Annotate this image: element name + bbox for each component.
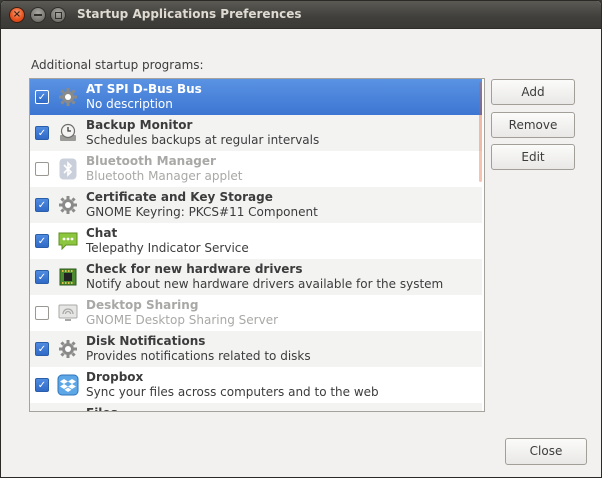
program-name: Files (86, 406, 118, 411)
chat-icon (57, 230, 79, 252)
checkmark-icon: ✓ (37, 127, 47, 139)
window-title: Startup Applications Preferences (77, 7, 302, 21)
enable-checkbox[interactable]: ✓ (35, 342, 49, 356)
program-name: AT SPI D-Bus Bus (86, 82, 202, 96)
hardware-chip-icon (57, 266, 79, 288)
list-item[interactable]: ✓ AT SPI D-Bus Bus No description (30, 79, 482, 115)
gear-icon (57, 338, 79, 360)
startup-preferences-window: × Startup Applications Preferences Addit… (0, 0, 602, 478)
enable-checkbox[interactable]: ✓ (35, 234, 49, 248)
enable-checkbox[interactable]: ✓ (35, 126, 49, 140)
list-item[interactable]: ✓ Check for new hardware drivers Notify ab… (30, 259, 482, 295)
program-description: Bluetooth Manager applet (86, 169, 243, 183)
list-item[interactable]: ✓Files (30, 403, 482, 411)
enable-checkbox[interactable]: ✓ (35, 270, 49, 284)
program-name: Chat (86, 226, 118, 240)
program-name: Backup Monitor (86, 118, 193, 132)
checkmark-icon: ✓ (37, 343, 47, 355)
program-description: Notify about new hardware drivers availa… (86, 277, 444, 291)
checkmark-icon: ✓ (37, 199, 47, 211)
program-description: Sync your files across computers and to … (86, 385, 379, 399)
checkmark-icon: ✓ (37, 271, 47, 283)
program-name: Certificate and Key Storage (86, 190, 273, 204)
enable-checkbox[interactable]: ✓ (35, 90, 49, 104)
program-description: Provides notifications related to disks (86, 349, 311, 363)
list-item[interactable]: Bluetooth Manager Bluetooth Manager apple… (30, 151, 482, 187)
list-item[interactable]: Desktop Sharing GNOME Desktop Sharing Ser… (30, 295, 482, 331)
add-button[interactable]: Add (491, 79, 575, 105)
program-description: Schedules backups at regular intervals (86, 133, 320, 147)
gear-icon (57, 86, 79, 108)
startup-programs-list[interactable]: ✓Files✓DropboxSync your files across com… (29, 78, 485, 412)
program-name: Dropbox (86, 370, 144, 384)
window-minimize-button[interactable] (30, 7, 46, 23)
close-button[interactable]: Close (505, 438, 587, 465)
list-scrollbar[interactable] (479, 82, 482, 182)
edit-button[interactable]: Edit (491, 144, 575, 170)
checkmark-icon: ✓ (37, 379, 47, 391)
program-description: GNOME Desktop Sharing Server (86, 313, 279, 327)
bluetooth-icon (57, 158, 79, 180)
program-description: Telepathy Indicator Service (86, 241, 249, 255)
gear-icon (57, 410, 79, 411)
list-item[interactable]: ✓ Dropbox Sync your files across computers… (30, 367, 482, 403)
window-close-button[interactable]: × (9, 7, 25, 23)
maximize-icon (54, 11, 62, 19)
program-name: Disk Notifications (86, 334, 206, 348)
program-description: No description (86, 97, 173, 111)
program-name: Desktop Sharing (86, 298, 199, 312)
checkmark-icon: ✓ (37, 91, 47, 103)
gear-icon (57, 194, 79, 216)
list-item[interactable]: ✓ Chat Telepathy Indicator Service (30, 223, 482, 259)
enable-checkbox[interactable] (35, 306, 49, 320)
title-bar[interactable]: × Startup Applications Preferences (1, 1, 601, 29)
enable-checkbox[interactable]: ✓ (35, 198, 49, 212)
dropbox-icon (57, 374, 79, 396)
minimize-icon (34, 14, 42, 16)
program-name: Check for new hardware drivers (86, 262, 303, 276)
window-maximize-button[interactable] (50, 7, 66, 23)
enable-checkbox[interactable]: ✓ (35, 378, 49, 392)
list-item[interactable]: ✓ Disk Notifications Provides notification… (30, 331, 482, 367)
section-label: Additional startup programs: (31, 58, 204, 72)
list-item[interactable]: ✓ Certificate and Key Storage GNOME Keyrin… (30, 187, 482, 223)
remove-button[interactable]: Remove (491, 112, 575, 138)
backup-icon (57, 122, 79, 144)
checkmark-icon: ✓ (37, 235, 47, 247)
desktop-sharing-icon (57, 302, 79, 324)
program-name: Bluetooth Manager (86, 154, 216, 168)
enable-checkbox[interactable] (35, 162, 49, 176)
close-icon: × (12, 9, 22, 20)
program-description: GNOME Keyring: PKCS#11 Component (86, 205, 318, 219)
list-item[interactable]: ✓ Backup Monitor Schedules backups at regu… (30, 115, 482, 151)
